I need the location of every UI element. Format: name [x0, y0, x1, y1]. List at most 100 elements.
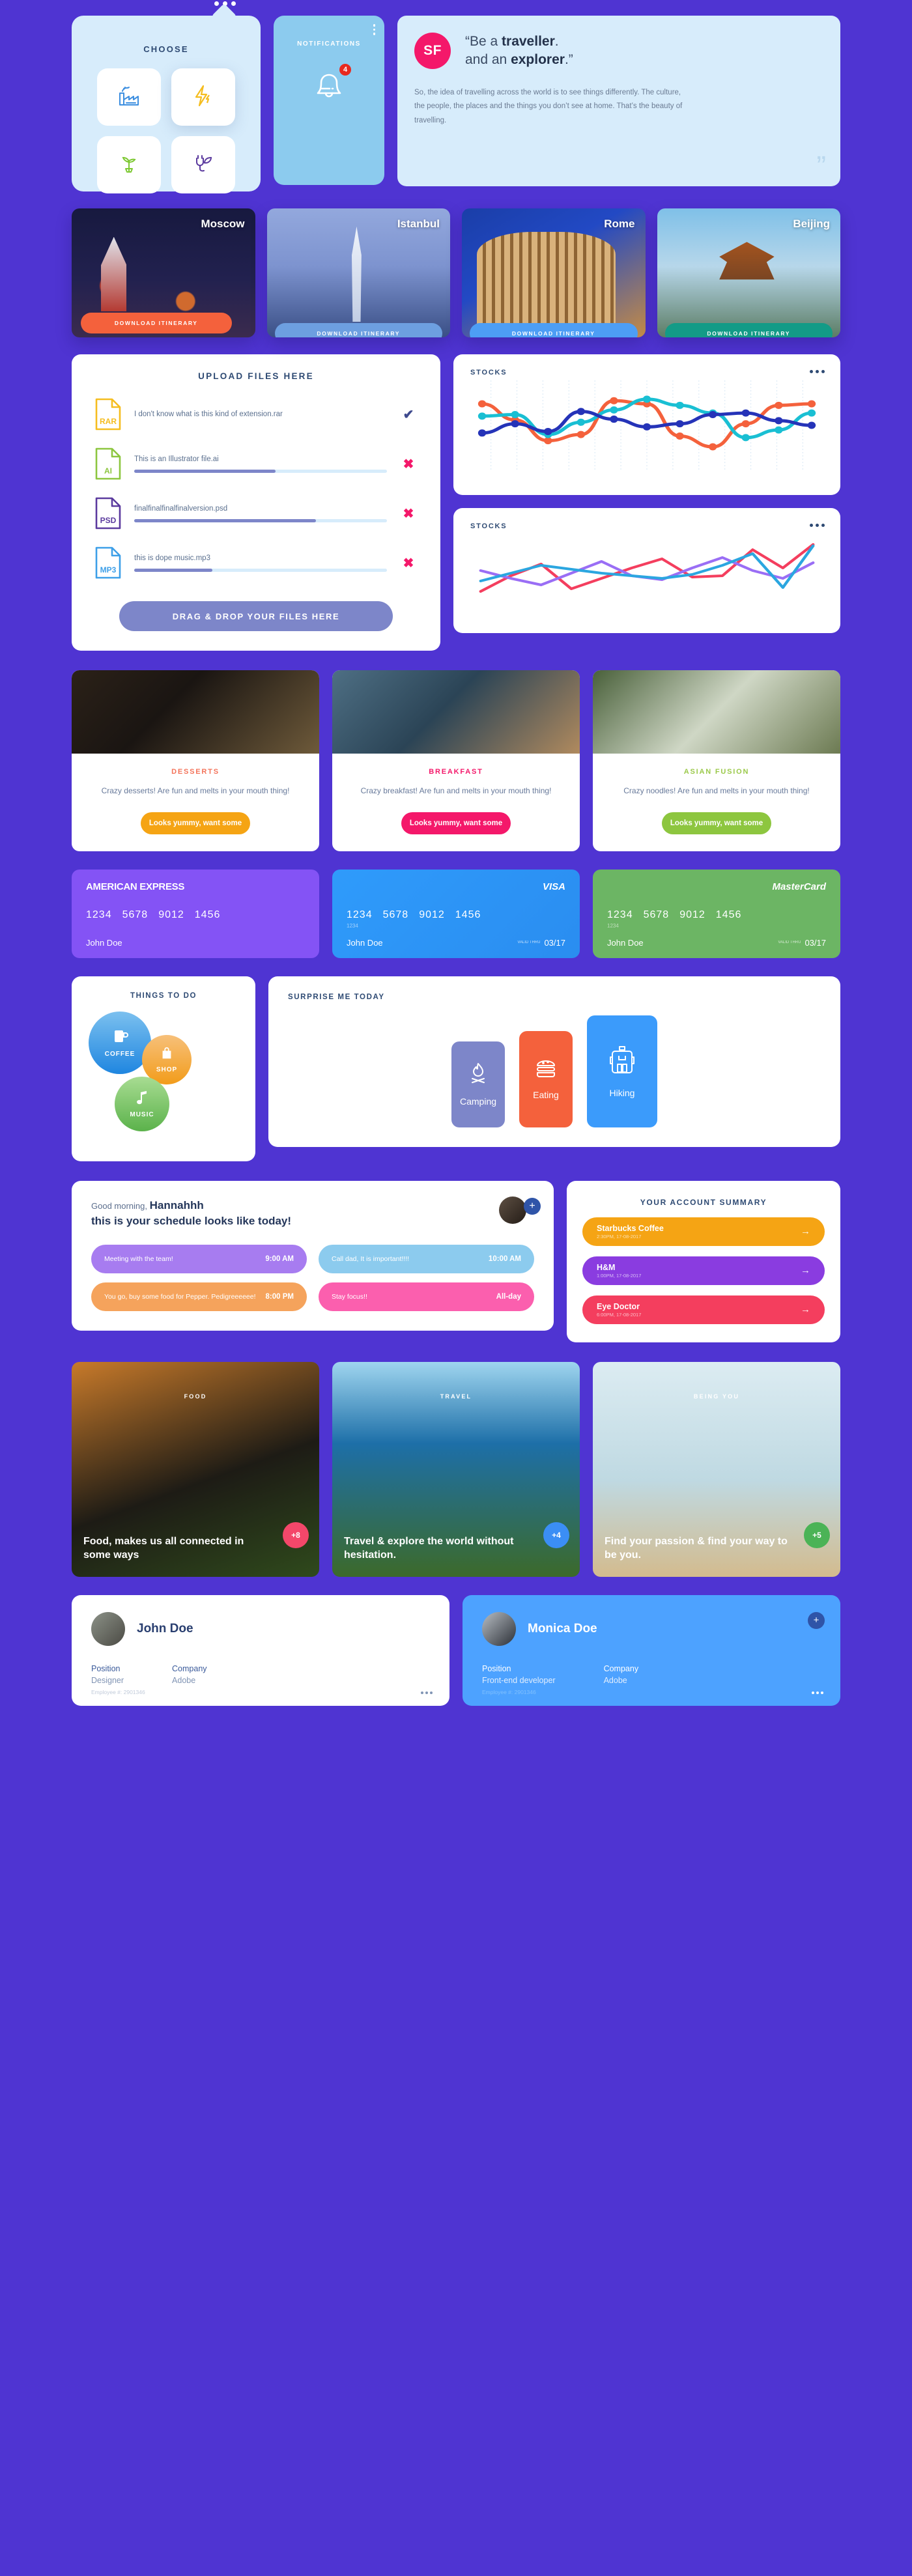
bubble-shop[interactable]: SHOP [142, 1034, 192, 1084]
schedule-item[interactable]: You go, buy some food for Pepper. Pedigr… [91, 1282, 307, 1311]
city-name: Beijing [793, 218, 830, 230]
credit-card-visa[interactable]: VISA 1234 5678 9012 1456 1234 John Doe V… [332, 869, 580, 958]
surprise-me-card: SURPRISE ME TODAY Camping Eating Hiking [268, 976, 840, 1147]
choose-tile-lightning[interactable] [171, 68, 235, 126]
remove-file-button[interactable]: ✖ [400, 555, 417, 571]
check-icon: ✔ [403, 407, 414, 422]
schedule-item[interactable]: Stay focus!! All-day [319, 1282, 534, 1311]
coffee-mug-icon [111, 1028, 128, 1047]
drag-drop-button[interactable]: DRAG & DROP YOUR FILES HERE [119, 601, 393, 631]
schedule-row: Good morning, Hannahhh this is your sche… [72, 1180, 840, 1342]
stocks-overflow-dots[interactable] [810, 370, 825, 373]
schedule-item[interactable]: Meeting with the team! 9:00 AM [91, 1244, 307, 1273]
choose-tile-eco-plug[interactable] [171, 136, 235, 193]
profile-name: Monica Doe [528, 1621, 597, 1635]
add-contact-button[interactable]: + [808, 1611, 825, 1629]
remove-file-button[interactable]: ✖ [400, 456, 417, 472]
bubble-cluster: COFFEE SHOP MUSIC [85, 1009, 242, 1139]
bubble-coffee[interactable]: COFFEE [89, 1011, 151, 1074]
svg-text:PSD: PSD [100, 516, 117, 525]
factory-icon [118, 85, 140, 109]
add-event-button[interactable]: + [524, 1197, 541, 1215]
download-itinerary-button[interactable]: DOWNLOAD ITINERARY [274, 323, 442, 337]
bubble-label: MUSIC [130, 1111, 154, 1118]
position-value: Designer [91, 1675, 124, 1685]
photo-card-being-you[interactable]: BEING YOU Find your passion & find your … [593, 1361, 840, 1577]
schedule-item-time: 8:00 PM [265, 1292, 294, 1301]
quote-line1-bold: traveller [502, 34, 555, 49]
download-itinerary-button[interactable]: DOWNLOAD ITINERARY [81, 313, 232, 333]
bubble-music[interactable]: MUSIC [115, 1076, 169, 1131]
choose-tile-sprout[interactable] [97, 136, 161, 193]
card-number-group: 5678 [382, 909, 409, 920]
photo-badge[interactable]: +8 [283, 1522, 309, 1548]
surprise-tile-eating[interactable]: Eating [519, 1030, 573, 1127]
photo-tag: FOOD [184, 1393, 207, 1400]
things-to-do-card: THINGS TO DO COFFEE SHOP MUSIC [72, 976, 255, 1161]
account-summary-card: YOUR ACCOUNT SUMMARY Starbucks Coffee 2:… [567, 1180, 840, 1342]
surprise-label: Hiking [609, 1088, 635, 1099]
account-item-starbucks[interactable]: Starbucks Coffee 2:30PM, 17-08-2017 → [582, 1217, 825, 1246]
food-photo [72, 670, 319, 754]
choose-tile-factory[interactable] [97, 68, 161, 126]
food-photo [593, 670, 840, 754]
profile-card-john-doe: John Doe Position Designer Company Adobe… [72, 1594, 449, 1706]
surprise-tile-hiking[interactable]: Hiking [587, 1015, 657, 1127]
card-footer: John Doe [86, 938, 305, 948]
card-number-group: 9012 [158, 909, 184, 920]
food-cta-button[interactable]: Looks yummy, want some [662, 812, 771, 834]
profile-header: John Doe [91, 1611, 430, 1646]
account-item-eye-doctor[interactable]: Eye Doctor 6:00PM, 17-08-2017 → [582, 1295, 825, 1324]
photo-cards-row: FOOD Food, makes us all connected in som… [72, 1361, 840, 1577]
choose-title: CHOOSE [143, 44, 189, 54]
photo-card-travel[interactable]: TRAVEL Travel & explore the world withou… [332, 1361, 580, 1577]
valid-thru-label: VALID THRU [517, 941, 541, 944]
card-number: 1234 5678 9012 1456 [347, 909, 565, 921]
profile-overflow-dots[interactable] [421, 1691, 433, 1694]
expiry-value: 03/17 [805, 937, 826, 948]
position-value: Front-end developer [482, 1675, 556, 1685]
food-cta-button[interactable]: Looks yummy, want some [401, 812, 511, 834]
credit-card-amex[interactable]: AMERICAN EXPRESS 1234 5678 9012 1456 Joh… [72, 869, 319, 958]
stocks-column: STOCKS STOCKS [453, 354, 840, 633]
card-number-sub: 1234 [347, 922, 358, 929]
card-number: 1234 5678 9012 1456 [607, 909, 826, 921]
stocks-card-straight: STOCKS [453, 508, 840, 633]
photo-card-food[interactable]: FOOD Food, makes us all connected in som… [72, 1361, 319, 1577]
photo-badge[interactable]: +4 [543, 1522, 569, 1548]
credit-card-mastercard[interactable]: MasterCard 1234 5678 9012 1456 1234 John… [593, 869, 840, 958]
schedule-greeting: Good morning, Hannahhh [91, 1199, 534, 1212]
account-item-hm[interactable]: H&M 1:00PM, 17-08-2017 → [582, 1256, 825, 1285]
notifications-overflow-dots[interactable] [373, 24, 375, 35]
card-holder: John Doe [607, 937, 644, 948]
arrow-right-icon: → [801, 1265, 810, 1277]
food-category: ASIAN FUSION [683, 768, 750, 776]
city-card-istanbul[interactable]: Istanbul DOWNLOAD ITINERARY [266, 208, 450, 337]
surprise-tile-camping[interactable]: Camping [451, 1041, 505, 1127]
file-info: This is an Illustrator file.ai [134, 455, 387, 473]
card-holder: John Doe [86, 937, 122, 948]
expiry-value: 03/17 [544, 937, 565, 948]
photo-badge[interactable]: +5 [804, 1522, 830, 1548]
upload-file-row: RAR I don't know what is this kind of ext… [95, 398, 417, 431]
city-card-moscow[interactable]: Moscow DOWNLOAD ITINERARY [72, 208, 255, 337]
download-itinerary-button[interactable]: DOWNLOAD ITINERARY [470, 323, 638, 337]
food-photo [332, 670, 580, 754]
bell-icon [309, 74, 349, 107]
card-number-sub: 1234 [607, 922, 619, 929]
stocks-overflow-dots[interactable] [810, 524, 825, 527]
city-card-beijing[interactable]: Beijing DOWNLOAD ITINERARY [657, 208, 840, 337]
schedule-item-label: Call dad, It is important!!!! [332, 1254, 410, 1263]
card-brand: VISA [542, 881, 565, 892]
card-number-group: 1456 [194, 909, 221, 920]
bell-wrap[interactable]: 4 [309, 63, 352, 107]
schedule-item[interactable]: Call dad, It is important!!!! 10:00 AM [319, 1244, 534, 1273]
remove-file-button[interactable]: ✖ [400, 505, 417, 522]
download-itinerary-button[interactable]: DOWNLOAD ITINERARY [664, 323, 833, 337]
food-cta-button[interactable]: Looks yummy, want some [141, 812, 250, 834]
quote-line2-tail: .” [564, 51, 573, 67]
city-card-rome[interactable]: Rome DOWNLOAD ITINERARY [462, 208, 646, 337]
file-type-icon: RAR [95, 398, 121, 431]
profile-fields: Position Designer Company Adobe [91, 1664, 430, 1685]
profile-overflow-dots[interactable] [812, 1691, 823, 1694]
